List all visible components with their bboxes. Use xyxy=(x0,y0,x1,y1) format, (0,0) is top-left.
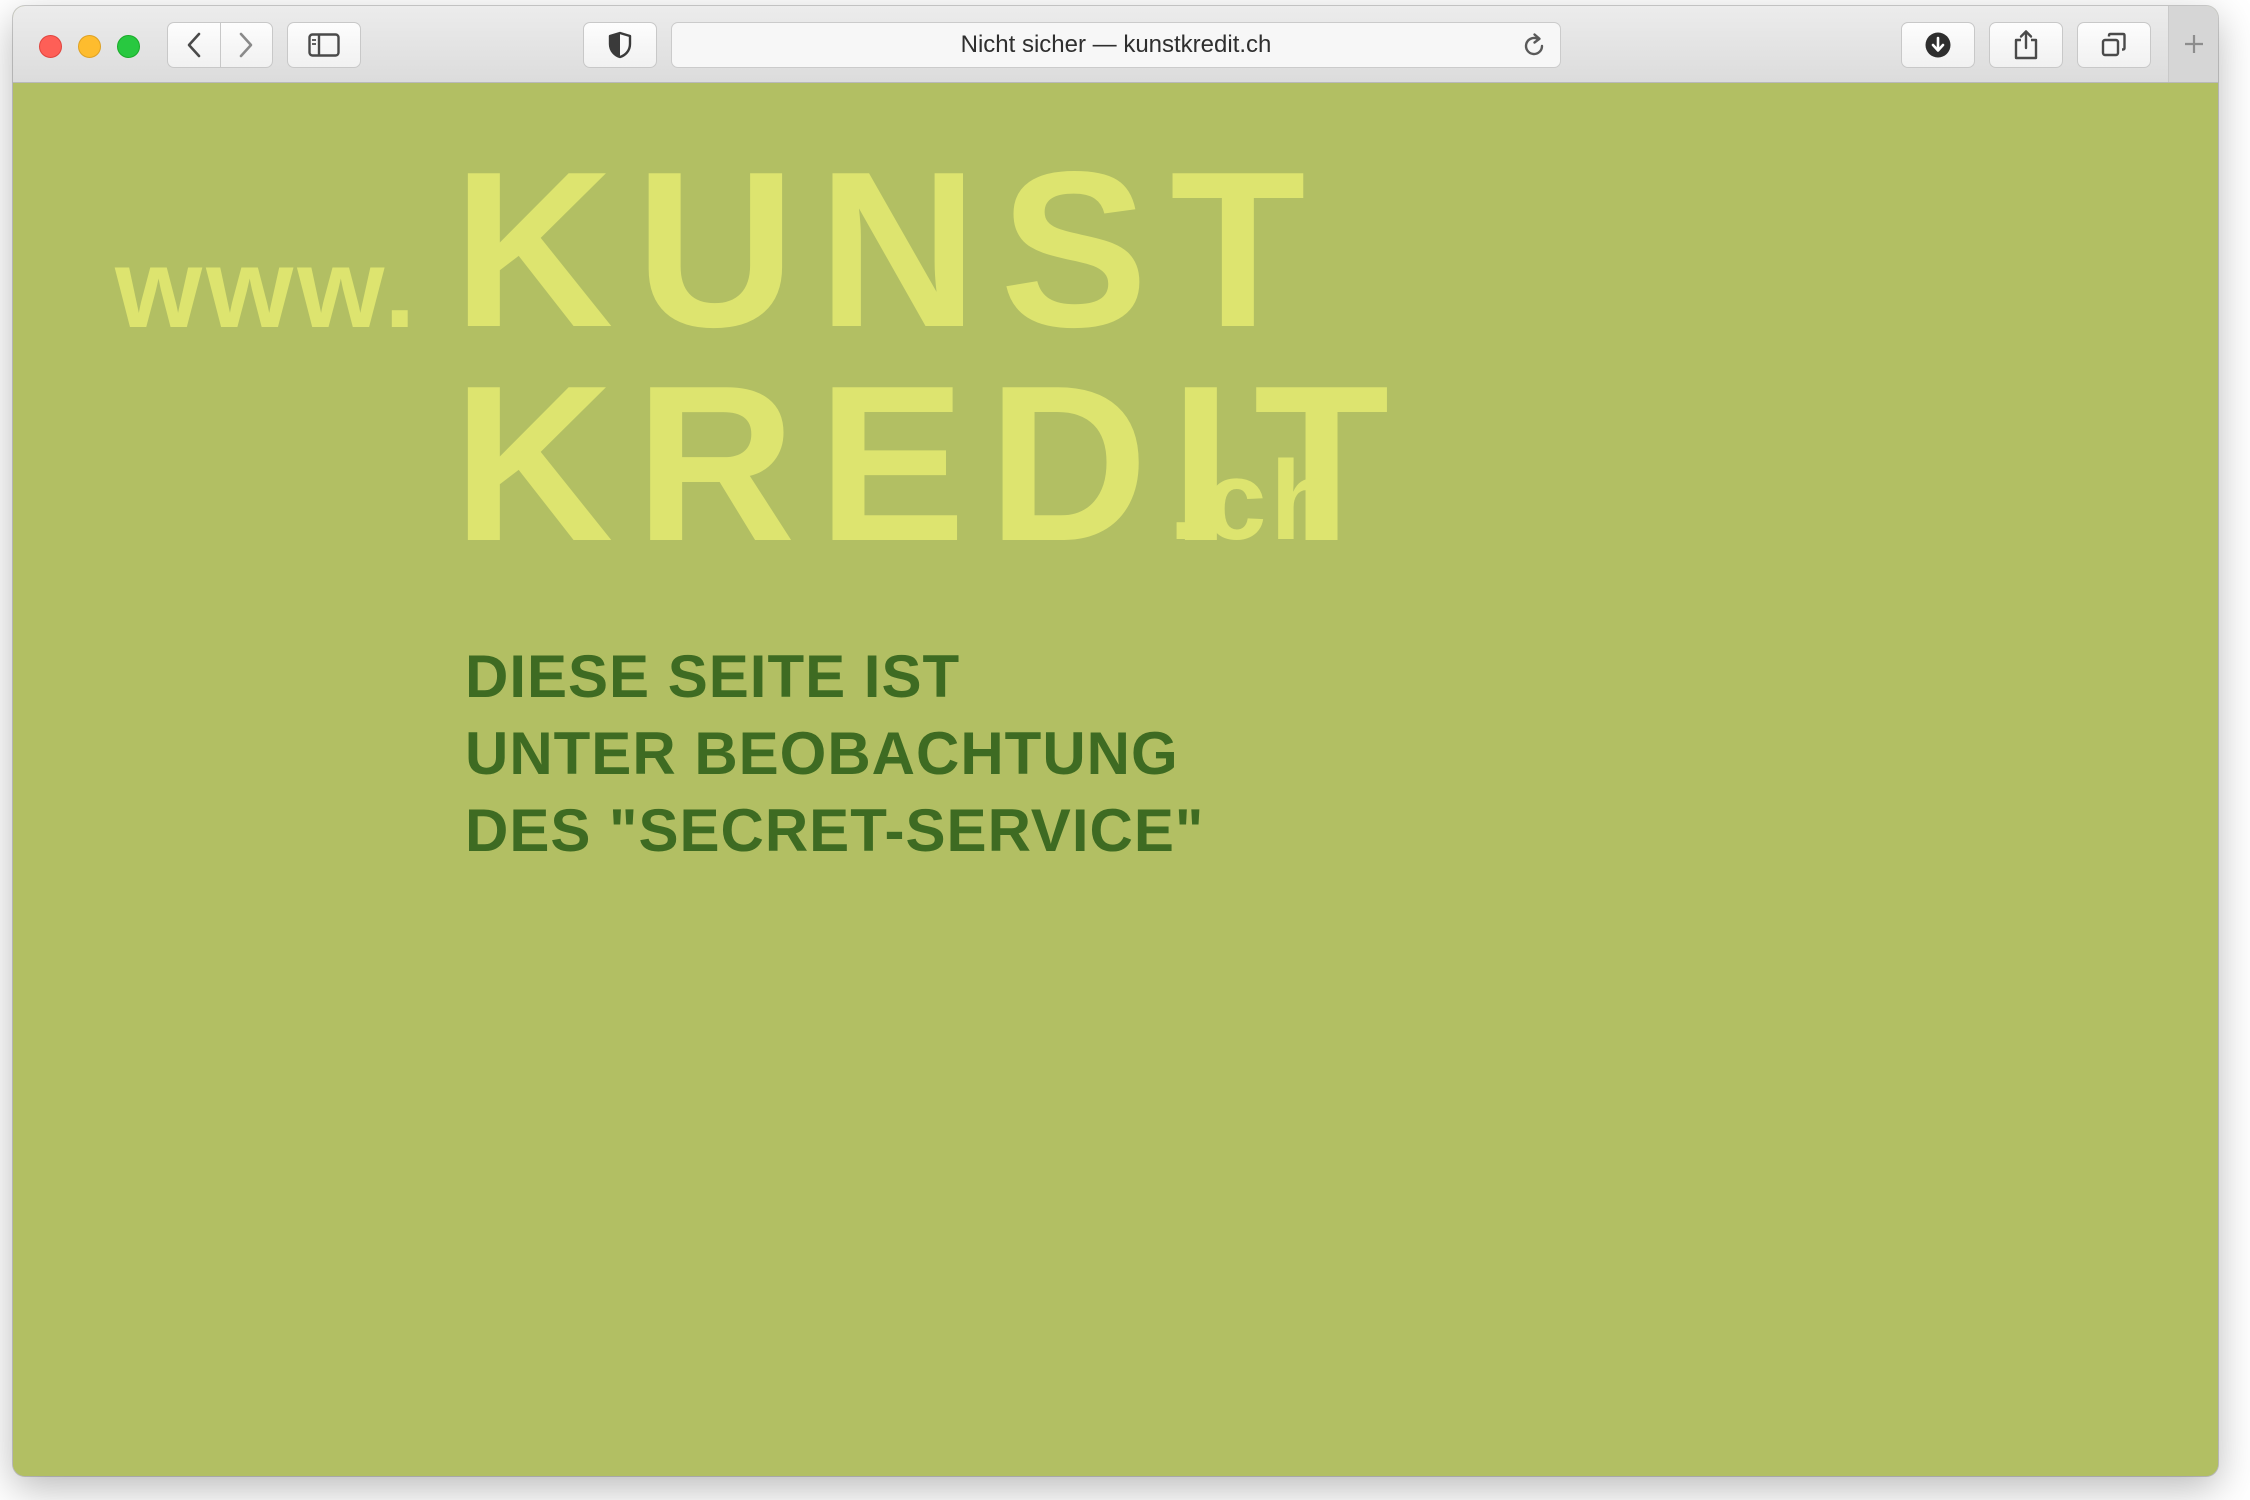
chevron-left-icon xyxy=(187,32,201,58)
zoom-window-button[interactable] xyxy=(117,35,140,58)
page-content: www. KUNST KREDIT .ch DIESE SEITE IST UN… xyxy=(13,83,2218,1476)
back-button[interactable] xyxy=(168,23,220,67)
download-icon xyxy=(1925,32,1951,58)
tabs-overview-button[interactable] xyxy=(2077,22,2151,68)
address-text: Nicht sicher — kunstkredit.ch xyxy=(960,31,1272,58)
sidebar-button[interactable] xyxy=(287,22,361,68)
new-tab-button[interactable] xyxy=(2168,6,2218,82)
message-line-1: DIESE SEITE IST xyxy=(465,643,961,710)
surveillance-message: DIESE SEITE IST UNTER BEOBACHTUNG DES "S… xyxy=(465,638,1204,869)
chevron-right-icon xyxy=(239,32,253,58)
privacy-report-button[interactable] xyxy=(583,22,657,68)
downloads-button[interactable] xyxy=(1901,22,1975,68)
address-bar[interactable]: Nicht sicher — kunstkredit.ch xyxy=(671,22,1561,68)
share-button[interactable] xyxy=(1989,22,2063,68)
logo-kunst: KUNST xyxy=(453,126,1328,374)
message-line-3: DES "SECRET-SERVICE" xyxy=(465,797,1205,864)
share-icon xyxy=(2014,30,2038,60)
shield-icon xyxy=(608,31,632,59)
forward-button[interactable] xyxy=(219,23,273,67)
message-line-2: UNTER BEOBACHTUNG xyxy=(465,720,1179,787)
logo-suffix: .ch xyxy=(1169,438,1343,563)
navigation-buttons xyxy=(167,22,273,68)
close-window-button[interactable] xyxy=(39,35,62,58)
plus-icon xyxy=(2184,35,2203,53)
browser-window: Nicht sicher — kunstkredit.ch www. KUNST… xyxy=(13,6,2218,1476)
tabs-overview-icon xyxy=(2101,32,2126,57)
minimize-window-button[interactable] xyxy=(78,35,101,58)
reload-button[interactable] xyxy=(1520,32,1548,65)
logo-prefix: www. xyxy=(115,226,420,351)
sidebar-icon xyxy=(308,33,340,57)
browser-toolbar: Nicht sicher — kunstkredit.ch xyxy=(13,6,2218,83)
reload-icon xyxy=(1524,33,1544,56)
